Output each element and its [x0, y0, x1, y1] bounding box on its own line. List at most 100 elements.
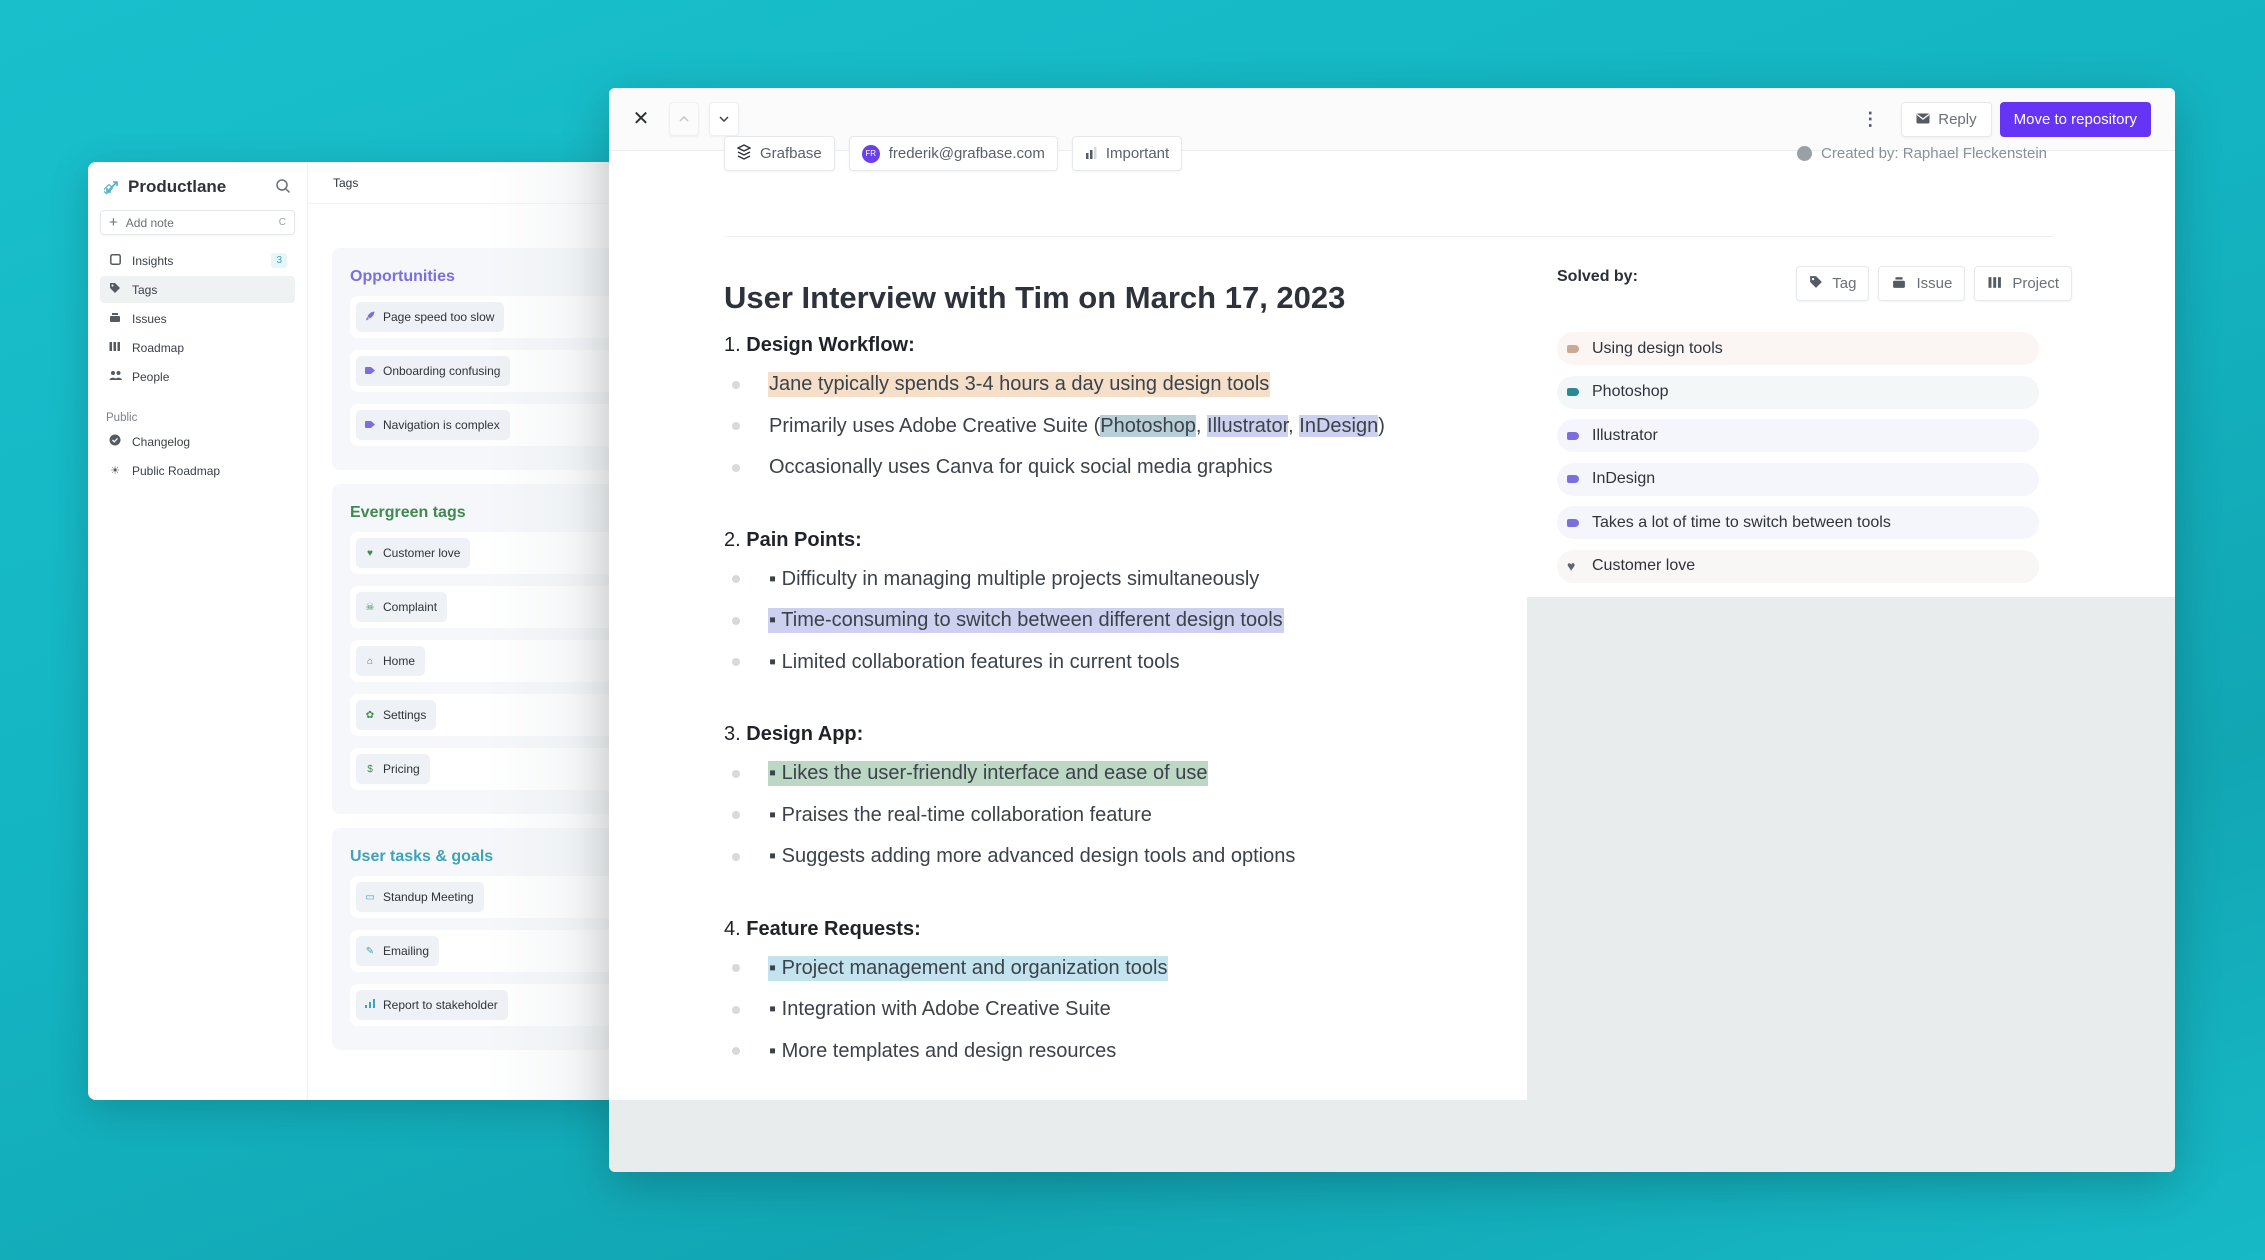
section-title: Feature Requests: — [746, 917, 921, 940]
tag-icon — [1567, 475, 1579, 484]
list-item-text: ▪ Integration with Adobe Creative Suite — [769, 998, 1111, 1020]
solved-by-item-label: Illustrator — [1592, 426, 1658, 444]
close-button[interactable]: ✕ — [629, 107, 653, 131]
sidebar-item-public-roadmap[interactable]: ☀ Public Roadmap — [100, 457, 295, 484]
tag-chip[interactable]: ✎ Emailing — [356, 936, 440, 966]
add-tag-label: Tag — [1832, 275, 1857, 292]
previous-button[interactable] — [669, 102, 699, 136]
tag-icon — [1567, 518, 1579, 527]
add-tag-button[interactable]: Tag — [1796, 266, 1870, 301]
tag-chip[interactable]: ⌂ Home — [356, 646, 426, 676]
home-icon: ⌂ — [366, 655, 374, 667]
tag-label: Pricing — [383, 762, 420, 776]
sidebar-item-roadmap[interactable]: Roadmap — [100, 334, 295, 361]
bullet-dot — [732, 852, 740, 861]
bullet-dot — [732, 422, 740, 430]
skull-icon: ☠ — [365, 601, 375, 613]
bullet-dot — [732, 616, 740, 625]
calendar-icon: ▭ — [365, 891, 375, 903]
sidebar-item-people[interactable]: People — [100, 363, 295, 390]
tag-icon — [1567, 431, 1579, 440]
bullet-dot — [732, 811, 740, 819]
sidebar-item-changelog[interactable]: Changelog — [100, 428, 295, 455]
text-fragment: Primarily uses Adobe Creative Suite ( — [769, 414, 1101, 437]
sidebar-item-label: Insights — [132, 253, 174, 268]
tag-icon — [364, 366, 376, 377]
add-note-button[interactable]: + Add note C — [100, 210, 295, 235]
solved-by-item[interactable]: Takes a lot of time to switch between to… — [1557, 506, 2039, 540]
tag-label: Report to stakeholder — [383, 998, 498, 1012]
sidebar-item-issues[interactable]: Issues — [100, 305, 295, 332]
list-item: ▪ Likes the user-friendly interface and … — [724, 761, 1209, 786]
solved-by-item[interactable]: Using design tools — [1557, 332, 2039, 365]
solved-by-item[interactable]: Illustrator — [1557, 419, 2039, 453]
tag-icon — [1567, 344, 1579, 353]
brand: Productlane — [88, 162, 307, 202]
tag-chip[interactable]: ▭ Standup Meeting — [356, 882, 484, 912]
list-item-text: ▪ Difficulty in managing multiple projec… — [769, 567, 1260, 590]
search-icon[interactable] — [275, 178, 293, 196]
tag-label: Settings — [383, 708, 427, 722]
tag-row: ⌂ Home — [350, 640, 628, 682]
tag-label: Customer love — [383, 546, 461, 560]
reply-label: Reply — [1938, 110, 1977, 128]
solved-by-item[interactable]: Photoshop — [1557, 375, 2039, 409]
reply-button[interactable]: Reply — [1901, 101, 1992, 137]
add-project-label: Project — [2012, 275, 2059, 292]
gear-icon: ✿ — [365, 709, 375, 721]
created-by-text: Created by: Raphael Fleckenstein — [1821, 145, 2047, 162]
bullet-dot — [732, 575, 740, 583]
list-item-text: ▪ Limited collaboration features in curr… — [769, 650, 1180, 673]
sidebar-item-label: Roadmap — [132, 340, 185, 355]
tag-chip[interactable]: Page speed too slow — [356, 302, 505, 332]
tag-chip[interactable]: ☠ Complaint — [356, 592, 448, 622]
solved-by-item-label: Takes a lot of time to switch between to… — [1592, 513, 1891, 531]
more-options-icon[interactable]: ⋮ — [1861, 110, 1879, 128]
solved-by-item[interactable]: InDesign — [1557, 462, 2039, 496]
bullet-dot — [732, 463, 740, 472]
tag-groups: Opportunities Page speed too slow Onboardi… — [308, 248, 628, 1050]
heart-icon: ♥ — [367, 547, 373, 559]
tag-row: ☠ Complaint — [350, 586, 628, 628]
roadmap-icon — [108, 341, 122, 355]
tag-chip[interactable]: $ Pricing — [356, 754, 430, 784]
sidebar-item-label: Tags — [132, 282, 158, 297]
tag-chip[interactable]: ✿ Settings — [356, 700, 437, 730]
list-item: ▪ Difficulty in managing multiple projec… — [724, 567, 1260, 592]
tags-page-title: Tags — [308, 162, 628, 204]
list-item: ▪ Praises the real-time collaboration fe… — [724, 803, 1153, 828]
tag-row: ♥ Customer love — [350, 532, 628, 574]
roadmap-icon — [1987, 276, 2003, 292]
add-project-button[interactable]: Project — [1974, 266, 2072, 301]
sun-icon: ☀ — [110, 465, 120, 477]
list-item: ▪ Project management and organization to… — [724, 955, 1169, 981]
sidebar-item-insights[interactable]: Insights 3 — [100, 247, 295, 274]
tag-chip[interactable]: Navigation is complex — [356, 410, 510, 440]
move-to-repository-button[interactable]: Move to repository — [1999, 101, 2151, 137]
add-issue-button[interactable]: Issue — [1878, 266, 1966, 301]
stack-icon — [108, 312, 122, 326]
tag-label: Home — [383, 654, 416, 668]
tag-row: ▭ Standup Meeting — [350, 876, 628, 918]
tag-chip[interactable]: Report to stakeholder — [356, 990, 508, 1020]
tag-group-title: Opportunities — [350, 268, 455, 285]
interview-document: User Interview with Tim on March 17, 202… — [724, 88, 1524, 1100]
tag-row: Page speed too slow — [350, 296, 628, 338]
tag-chip[interactable]: Onboarding confusing — [356, 356, 511, 386]
bullet-dot — [732, 769, 740, 778]
tag-icon — [1567, 388, 1579, 397]
solved-by-item[interactable]: ♥ Customer love — [1557, 549, 2039, 583]
solved-by-item-label: Customer love — [1592, 557, 1696, 575]
list-item: ▪ Time-consuming to switch between diffe… — [724, 608, 1284, 633]
tag-group: Evergreen tags ♥ Customer love ☠ Complaint ⌂ H… — [332, 484, 628, 814]
section-heading: 2. Pain Points: — [724, 529, 862, 552]
sidebar-item-tags[interactable]: Tags — [100, 276, 295, 303]
highlighted-text: ▪ Project management and organization to… — [768, 955, 1169, 981]
tag-chip[interactable]: ♥ Customer love — [356, 538, 471, 568]
tag-label: Onboarding confusing — [383, 364, 501, 378]
list-item-text: ▪ Praises the real-time collaboration fe… — [769, 803, 1152, 826]
feather-icon: ✎ — [365, 945, 375, 957]
section-heading: 3. Design App: — [724, 723, 863, 746]
section-title: Pain Points: — [746, 528, 862, 551]
sidebar-item-label: Issues — [132, 311, 167, 326]
